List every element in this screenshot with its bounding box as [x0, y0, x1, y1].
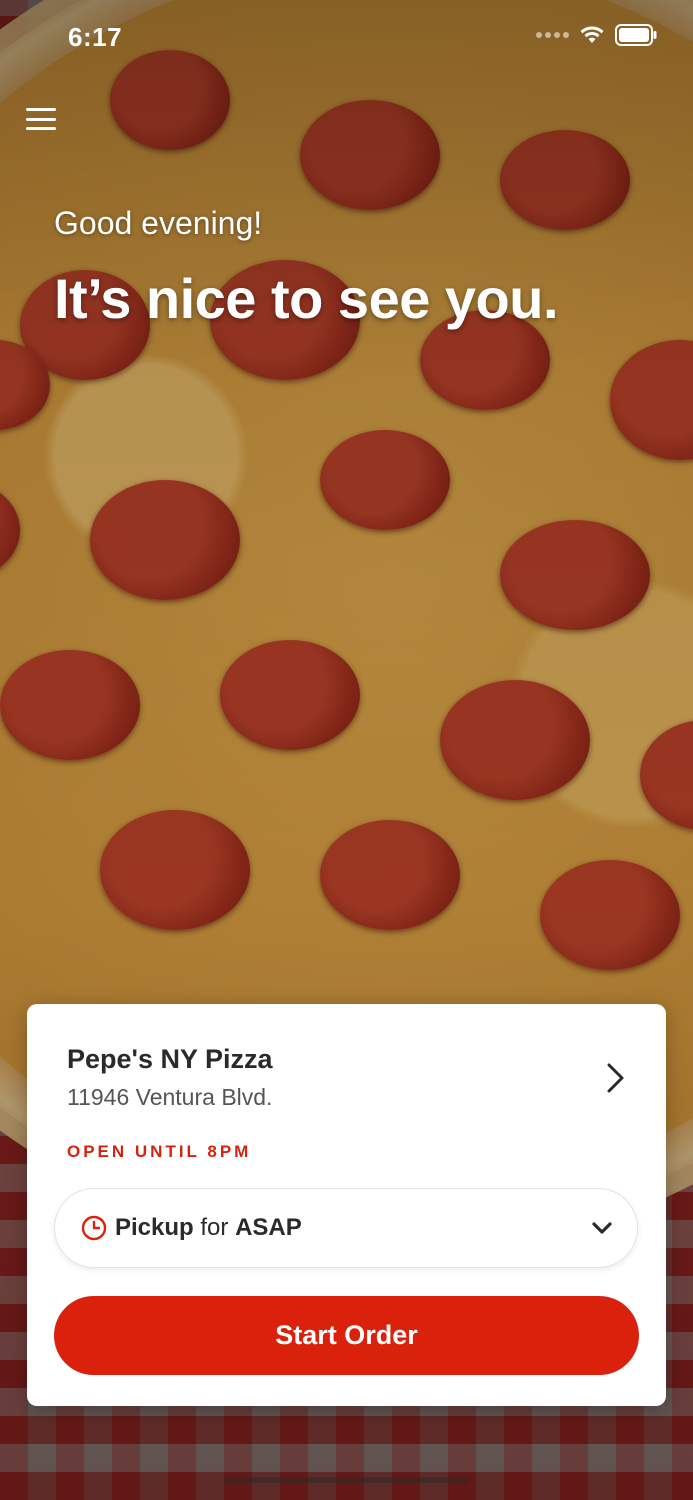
status-bar: 6:17 [0, 0, 693, 80]
order-mode-selector[interactable]: Pickup for ASAP [54, 1188, 638, 1268]
status-icons [536, 24, 657, 46]
greeting-text: Good evening! [54, 205, 263, 241]
order-mode-text: Pickup for ASAP [115, 1214, 302, 1242]
clock-icon [81, 1215, 107, 1241]
hamburger-menu-icon[interactable] [26, 104, 56, 134]
order-mode: Pickup [115, 1214, 194, 1241]
order-time: ASAP [235, 1214, 302, 1241]
start-order-button[interactable]: Start Order [54, 1296, 639, 1375]
store-hours-status: OPEN UNTIL 8PM [67, 1142, 252, 1161]
headline-text: It’s nice to see you. [54, 267, 559, 330]
store-card: Pepe's NY Pizza 11946 Ventura Blvd. OPEN… [27, 1004, 666, 1406]
store-details-link[interactable]: Pepe's NY Pizza 11946 Ventura Blvd. [27, 1004, 666, 1134]
home-indicator [223, 1477, 469, 1483]
wifi-icon [580, 26, 604, 43]
store-name: Pepe's NY Pizza [67, 1044, 273, 1074]
chevron-down-icon [592, 1222, 612, 1234]
battery-icon [615, 24, 657, 46]
order-mode-connector: for [200, 1214, 229, 1241]
chevron-right-icon [607, 1063, 624, 1093]
status-time: 6:17 [68, 22, 123, 52]
store-address: 11946 Ventura Blvd. [67, 1084, 273, 1110]
cellular-signal-icon [536, 32, 569, 38]
